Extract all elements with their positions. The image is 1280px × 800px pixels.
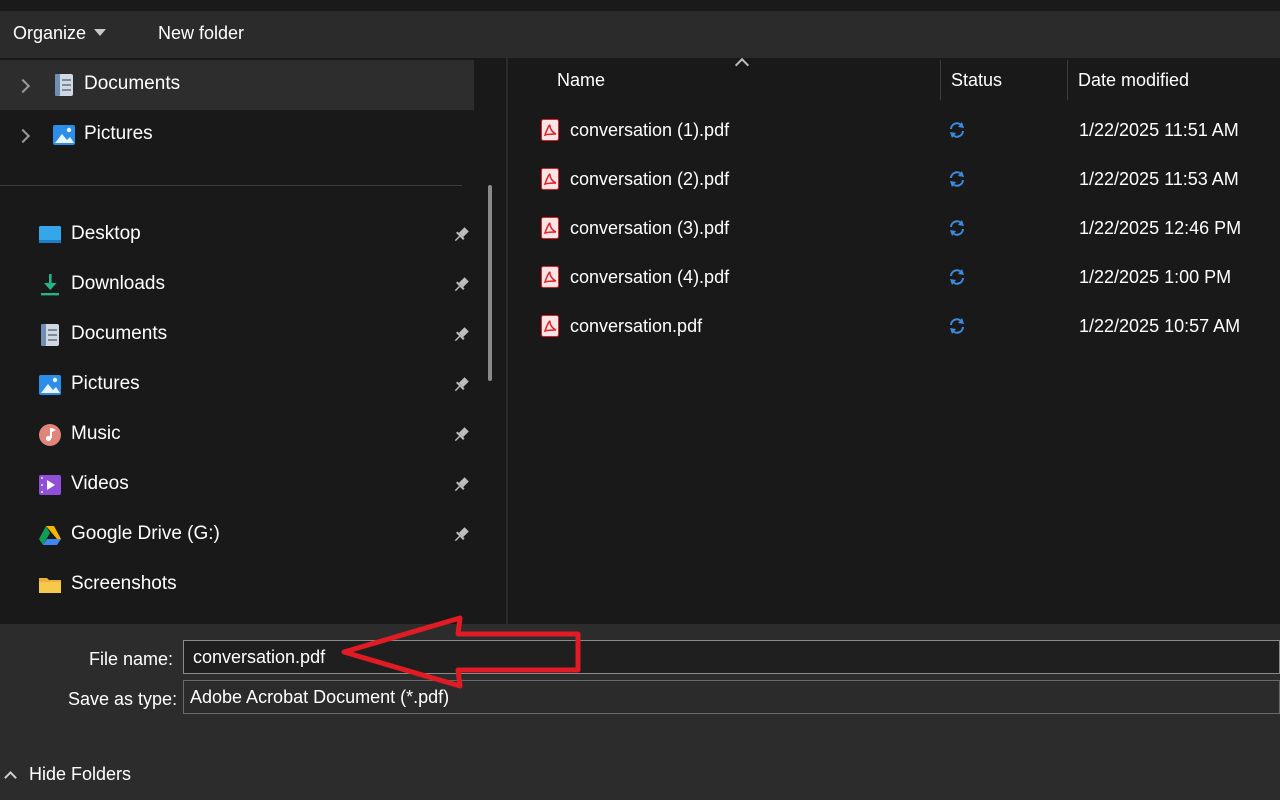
- file-name: conversation (3).pdf: [570, 218, 730, 238]
- pdf-file-icon: [541, 168, 559, 190]
- pdf-file-icon: [541, 119, 559, 141]
- quick-access-label: Pictures: [71, 373, 140, 394]
- chevron-right-icon[interactable]: [15, 78, 31, 94]
- desktop-icon: [39, 226, 61, 243]
- quick-access-screenshots[interactable]: Screenshots: [0, 561, 480, 609]
- pin-icon[interactable]: [452, 426, 470, 444]
- file-row[interactable]: conversation (4).pdf 1/22/2025 1:00 PM: [508, 254, 1280, 302]
- column-header-date-modified[interactable]: Date modified: [1078, 70, 1189, 91]
- command-bar: Organize New folder: [0, 11, 1280, 58]
- file-name: conversation (2).pdf: [570, 169, 730, 189]
- pictures-icon: [39, 375, 61, 395]
- column-header-status[interactable]: Status: [951, 70, 1002, 91]
- sync-icon: [950, 220, 964, 236]
- file-date: 1/22/2025 11:53 AM: [1079, 169, 1239, 189]
- organize-button[interactable]: Organize: [13, 23, 107, 44]
- column-divider[interactable]: [1067, 60, 1068, 100]
- quick-access-pictures[interactable]: Pictures: [0, 361, 480, 409]
- pin-icon[interactable]: [452, 276, 470, 294]
- quick-access-google-drive[interactable]: Google Drive (G:): [0, 511, 480, 559]
- pdf-file-icon: [541, 217, 559, 239]
- nav-tree-label: Documents: [84, 73, 181, 94]
- downloads-icon: [41, 274, 59, 296]
- column-divider[interactable]: [940, 60, 941, 100]
- sync-icon: [950, 318, 964, 334]
- nav-tree-item-documents[interactable]: Documents: [0, 60, 474, 110]
- dropdown-caret-icon: [94, 29, 107, 36]
- organize-label: Organize: [13, 23, 87, 43]
- pictures-icon: [53, 125, 75, 145]
- music-icon: [39, 424, 61, 446]
- quick-access-downloads[interactable]: Downloads: [0, 261, 480, 309]
- pdf-file-icon: [541, 315, 559, 337]
- sync-icon: [950, 269, 964, 285]
- quick-access-desktop[interactable]: Desktop: [0, 211, 480, 259]
- file-name: conversation (1).pdf: [570, 120, 730, 140]
- pin-icon[interactable]: [452, 326, 470, 344]
- file-row[interactable]: conversation (3).pdf 1/22/2025 12:46 PM: [508, 205, 1280, 253]
- quick-access-label: Screenshots: [71, 573, 177, 594]
- file-date: 1/22/2025 12:46 PM: [1079, 218, 1242, 238]
- pin-icon[interactable]: [452, 226, 470, 244]
- quick-access-documents[interactable]: Documents: [0, 311, 480, 359]
- quick-access-label: Music: [71, 423, 121, 444]
- pin-icon[interactable]: [452, 476, 470, 494]
- save-panel: File name: conversation.pdf Save as type…: [0, 624, 1280, 800]
- file-name-label: File name:: [89, 649, 174, 669]
- sort-ascending-icon: [734, 57, 750, 73]
- quick-access-label: Videos: [71, 473, 129, 494]
- window-top-strip: [0, 0, 1280, 11]
- nav-tree-item-pictures[interactable]: Pictures: [0, 110, 474, 160]
- navigation-pane: Documents Pictures Desktop Downloads Doc…: [0, 58, 496, 624]
- videos-icon: [39, 475, 61, 495]
- file-row[interactable]: conversation (1).pdf 1/22/2025 11:51 AM: [508, 107, 1280, 155]
- hide-folders-label: Hide Folders: [29, 764, 132, 784]
- google-drive-icon: [39, 526, 61, 545]
- nav-tree-label: Pictures: [84, 123, 153, 144]
- pin-icon[interactable]: [452, 376, 470, 394]
- file-date: 1/22/2025 11:51 AM: [1079, 120, 1239, 140]
- sync-icon: [950, 122, 964, 138]
- quick-access-music[interactable]: Music: [0, 411, 480, 459]
- column-header-name[interactable]: Name: [557, 70, 605, 91]
- nav-divider: [0, 185, 462, 186]
- documents-icon: [41, 324, 59, 346]
- annotation-arrow-icon: [341, 615, 581, 689]
- file-date: 1/22/2025 10:57 AM: [1079, 316, 1241, 336]
- chevron-up-icon: [4, 770, 17, 784]
- quick-access-label: Google Drive (G:): [71, 523, 220, 544]
- quick-access-label: Downloads: [71, 273, 165, 294]
- file-date: 1/22/2025 1:00 PM: [1079, 267, 1232, 287]
- folder-icon: [39, 578, 61, 593]
- pdf-file-icon: [541, 266, 559, 288]
- quick-access-label: Documents: [71, 323, 168, 344]
- documents-icon: [55, 74, 73, 96]
- file-name: conversation.pdf: [570, 316, 703, 336]
- hide-folders-button[interactable]: Hide Folders: [4, 764, 132, 785]
- file-row[interactable]: conversation.pdf 1/22/2025 10:57 AM: [508, 303, 1280, 351]
- quick-access-label: Desktop: [71, 223, 141, 244]
- file-list: Name Status Date modified conversation (…: [508, 57, 1280, 624]
- new-folder-button[interactable]: New folder: [158, 23, 244, 44]
- chevron-right-icon[interactable]: [15, 128, 31, 144]
- pin-icon[interactable]: [452, 526, 470, 544]
- file-row[interactable]: conversation (2).pdf 1/22/2025 11:53 AM: [508, 156, 1280, 204]
- sync-icon: [950, 171, 964, 187]
- save-as-type-label: Save as type:: [68, 689, 178, 709]
- nav-scrollbar[interactable]: [488, 185, 492, 381]
- file-name: conversation (4).pdf: [570, 267, 730, 287]
- quick-access-videos[interactable]: Videos: [0, 461, 480, 509]
